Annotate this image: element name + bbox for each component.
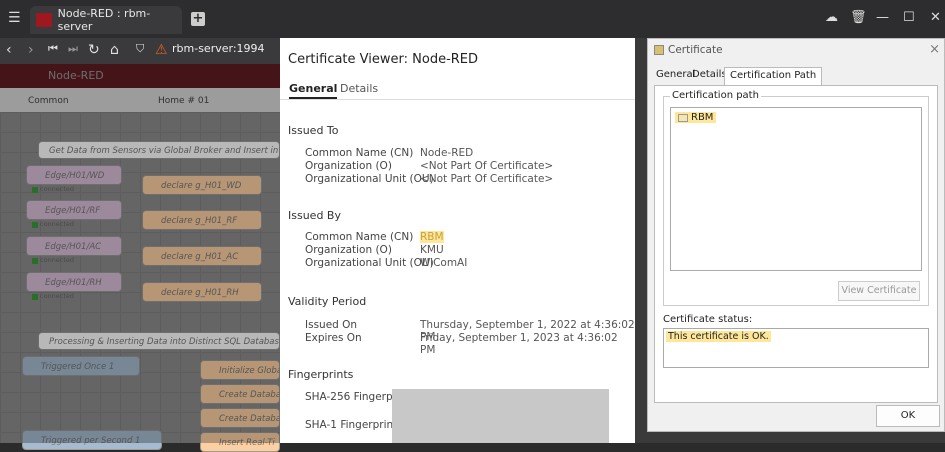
- certificate-viewer-tabs: General Details: [280, 79, 635, 100]
- dialog-title-text: Certificate: [668, 44, 723, 56]
- certificate-icon: [654, 45, 664, 55]
- field-value: Friday, September 1, 2023 at 4:36:02 PM: [420, 332, 618, 356]
- browser-tabbar: ☰ Node-RED : rbm-server + ☁ 🗑 — ☐ ✕: [0, 0, 945, 38]
- field-label: Common Name (CN): [305, 231, 414, 243]
- field-value: WiComAI: [420, 257, 468, 269]
- field-value: KMU: [420, 244, 444, 256]
- background-strip: [635, 432, 945, 443]
- dialog-title: Certificate: [654, 44, 723, 56]
- tab-details[interactable]: Details: [340, 82, 378, 95]
- hamburger-icon[interactable]: ☰: [8, 10, 21, 26]
- close-icon[interactable]: ✕: [930, 10, 941, 25]
- path-item[interactable]: RBM: [675, 112, 717, 123]
- field-label: Organization (O): [305, 244, 392, 256]
- certification-path-tree[interactable]: RBM: [670, 107, 922, 271]
- tab-details[interactable]: Details: [692, 69, 727, 80]
- certificate-viewer: Certificate Viewer: Node-RED General Det…: [280, 38, 635, 443]
- tab-general[interactable]: General: [289, 82, 338, 99]
- home-icon[interactable]: ⌂: [110, 42, 119, 58]
- minimize-icon[interactable]: —: [876, 10, 889, 25]
- forward-icon[interactable]: ›: [28, 42, 34, 58]
- node-red-favicon-icon: [36, 13, 52, 27]
- field-label: Issued On: [305, 319, 358, 331]
- trash-icon[interactable]: 🗑: [850, 10, 867, 25]
- certificate-status-box: This certificate is OK.: [663, 328, 929, 368]
- redacted-fingerprint: [392, 389, 609, 443]
- ok-button[interactable]: OK: [876, 405, 940, 427]
- browser-navbar: ‹ › ⏮ ⏭ ↻ ⌂ ⛉ ⚠ rbm-server:1994: [0, 38, 280, 64]
- plus-icon[interactable]: +: [191, 12, 205, 26]
- certification-path-panel: Certification path RBM View Certificate …: [654, 85, 938, 403]
- back-icon[interactable]: ‹: [6, 42, 12, 58]
- certificate-viewer-title: Certificate Viewer: Node-RED: [288, 52, 479, 67]
- issued-to-heading: Issued To: [288, 124, 339, 137]
- field-value: RBM: [420, 231, 444, 243]
- field-label: SHA-1 Fingerprint: [305, 419, 398, 431]
- field-label: Common Name (CN): [305, 147, 414, 159]
- certification-path-group: Certification path RBM View Certificate: [663, 90, 929, 306]
- maximize-icon[interactable]: ☐: [903, 10, 915, 25]
- reload-icon[interactable]: ↻: [88, 42, 100, 58]
- certificate-dialog: Certificate × General Details Certificat…: [647, 38, 945, 432]
- warning-icon[interactable]: ⚠: [155, 42, 168, 58]
- background-strip: [635, 38, 647, 443]
- certificate-icon: [678, 113, 688, 122]
- field-value: Node-RED: [420, 147, 474, 159]
- issued-by-heading: Issued By: [288, 209, 341, 222]
- certificate-status-label: Certificate status:: [663, 314, 753, 325]
- last-icon[interactable]: ⏭: [68, 42, 78, 56]
- field-label: Organizational Unit (OU): [305, 173, 434, 185]
- field-value: <Not Part Of Certificate>: [420, 173, 554, 185]
- first-icon[interactable]: ⏮: [48, 42, 58, 56]
- tab-certification-path[interactable]: Certification Path: [724, 67, 823, 85]
- field-label: Organization (O): [305, 160, 392, 172]
- certificate-status-text: This certificate is OK.: [666, 331, 771, 342]
- shield-icon[interactable]: ⛉: [136, 42, 144, 56]
- modal-overlay: [0, 64, 280, 443]
- validity-heading: Validity Period: [288, 295, 367, 308]
- fingerprints-heading: Fingerprints: [288, 368, 354, 381]
- close-icon[interactable]: ×: [929, 42, 940, 57]
- cloud-icon[interactable]: ☁: [825, 10, 838, 25]
- field-label: Expires On: [305, 332, 362, 344]
- field-value: <Not Part Of Certificate>: [420, 160, 554, 172]
- browser-tab-title: Node-RED : rbm-server: [57, 7, 151, 33]
- field-label: Organizational Unit (OU): [305, 257, 434, 269]
- url-bar[interactable]: rbm-server:1994: [172, 42, 265, 55]
- group-label: Certification path: [670, 90, 761, 101]
- tab-general[interactable]: General: [656, 69, 695, 80]
- browser-tab[interactable]: Node-RED : rbm-server: [30, 6, 182, 34]
- view-certificate-button[interactable]: View Certificate: [838, 281, 920, 301]
- path-item-label: RBM: [691, 112, 714, 123]
